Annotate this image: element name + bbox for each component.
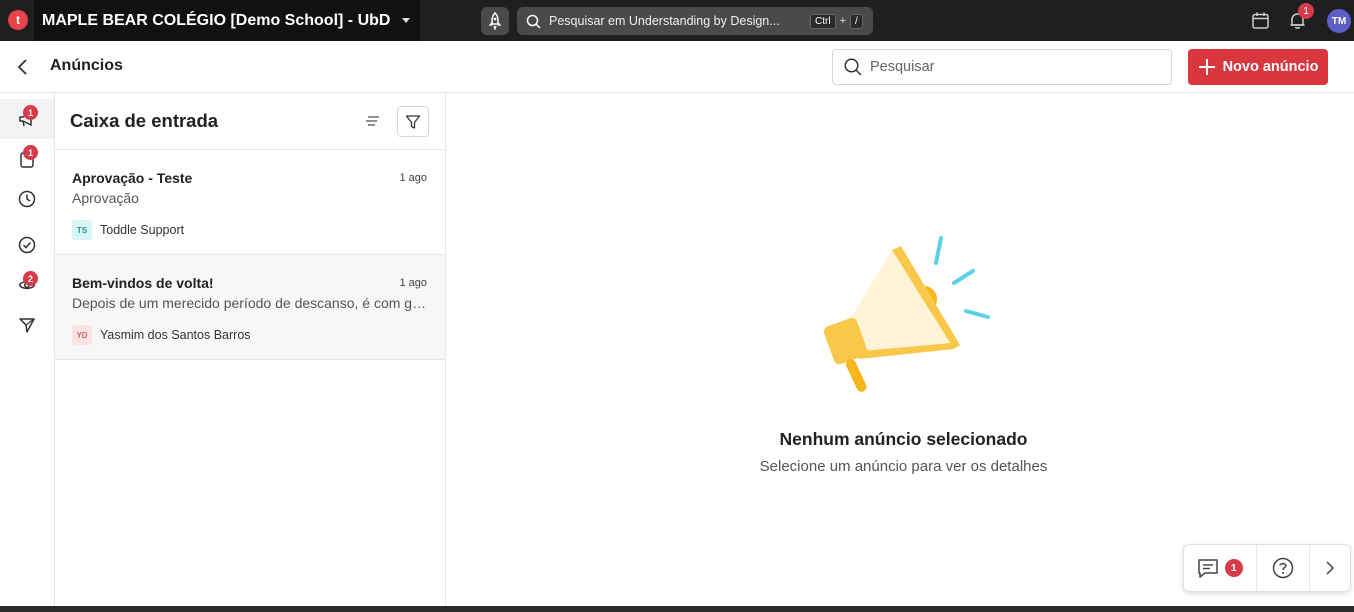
send-icon [19,318,35,333]
announcement-preview: Aprovação [72,190,139,206]
chat-button[interactable]: 1 [1184,544,1257,592]
school-name: MAPLE BEAR COLÉGIO [Demo School] - UbD [42,11,391,29]
announcement-author: TS Toddle Support [72,220,184,240]
top-bar: t MAPLE BEAR COLÉGIO [Demo School] - UbD… [0,0,1354,41]
announcement-time: 1 ago [399,172,427,184]
chevron-left-icon [17,59,27,75]
page-header: Anúncios Novo anúncio [0,41,1354,93]
detail-panel: Nenhum anúncio selecionado Selecione um … [446,93,1354,612]
notification-badge: 1 [1298,3,1314,19]
megaphone-illustration [823,236,990,392]
sort-icon [366,116,379,126]
inbox-header: Caixa de entrada [55,93,445,150]
filter-button[interactable] [397,106,429,137]
global-search-text: Pesquisar em Understanding by Design... [549,14,780,28]
filter-icon [405,114,421,129]
author-initials: YD [72,325,92,345]
rail-item-approved[interactable] [0,225,54,265]
page-title: Anúncios [50,57,123,74]
announcement-author: YD Yasmim dos Santos Barros [72,325,251,345]
author-name: Toddle Support [100,223,185,237]
window-bottom-edge [0,606,1354,612]
toddle-logo[interactable]: t [8,10,28,30]
announcement-search[interactable] [832,49,1172,85]
empty-state-title: Nenhum anúncio selecionado [779,429,1028,449]
author-name: Yasmim dos Santos Barros [100,328,251,342]
announcement-item[interactable]: Bem-vindos de volta! 1 ago Depois de um … [55,255,445,360]
search-input[interactable] [870,59,1160,75]
user-avatar[interactable]: TM [1327,9,1351,33]
back-button[interactable] [14,58,32,81]
chat-icon [1198,559,1218,578]
rocket-button[interactable] [481,7,509,35]
school-switcher[interactable]: MAPLE BEAR COLÉGIO [Demo School] - UbD [34,0,421,41]
announcement-title: Aprovação - Teste [72,170,193,186]
inbox-panel: Caixa de entrada Aprovação - Teste 1 ago… [55,93,446,612]
new-announcement-label: Novo anúncio [1222,59,1319,75]
collapse-widget-button[interactable] [1310,544,1350,592]
help-button[interactable] [1257,544,1311,592]
calendar-button[interactable] [1251,11,1270,35]
sort-button[interactable] [362,111,382,136]
announcement-title: Bem-vindos de volta! [72,275,214,291]
shortcut-hint: Ctrl + / [810,13,863,29]
rail-badge-announcements: 1 [23,105,38,120]
plus-icon [1198,59,1215,75]
empty-state-subtitle: Selecione um anúncio para ver os detalhe… [759,458,1048,475]
announcement-preview: Depois de um merecido período de descans… [72,295,430,311]
help-widget: 1 [1183,544,1351,592]
rocket-icon [488,12,502,30]
author-initials: TS [72,220,92,240]
search-icon [844,58,862,76]
clock-icon [18,190,36,208]
new-announcement-button[interactable]: Novo anúncio [1188,49,1328,85]
rail-badge-review: 2 [23,271,38,286]
chat-badge: 1 [1224,559,1243,577]
chevron-down-icon [402,18,411,23]
rail-item-sent[interactable] [0,305,54,345]
announcement-time: 1 ago [399,277,427,289]
question-circle-icon [1272,557,1294,579]
announcement-item[interactable]: Aprovação - Teste 1 ago Aprovação TS Tod… [55,150,445,255]
global-search[interactable]: Pesquisar em Understanding by Design... … [517,7,873,35]
rail-item-scheduled[interactable] [0,179,54,219]
search-icon [526,14,541,29]
chevron-right-icon [1326,561,1335,575]
left-rail: 1 1 2 [0,93,55,612]
inbox-title: Caixa de entrada [70,110,219,131]
check-circle-icon [18,236,36,254]
rail-badge-clipboard: 1 [23,145,38,160]
calendar-icon [1252,12,1269,29]
